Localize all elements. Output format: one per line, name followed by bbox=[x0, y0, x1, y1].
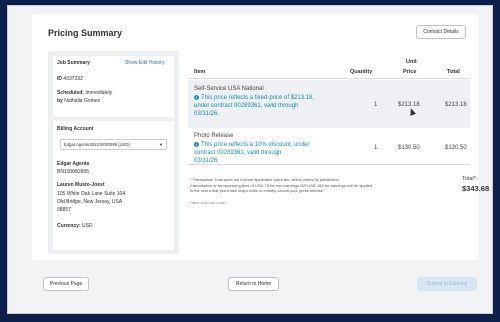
row-quantity: 1 bbox=[374, 102, 378, 108]
by-label: by bbox=[57, 98, 63, 104]
row-note-line1: This price reflects a fixed-price of $21… bbox=[201, 95, 315, 101]
currency-label: Currency: bbox=[57, 223, 81, 229]
show-edit-history-link[interactable]: Show Edit History bbox=[125, 60, 164, 67]
billing-currency: Currency: USD bbox=[57, 223, 93, 230]
info-icon: i bbox=[194, 94, 199, 100]
row-price-note: i This price reflects a fixed-price of $2… bbox=[194, 94, 314, 118]
mouse-cursor-icon bbox=[407, 107, 417, 116]
info-icon: i bbox=[194, 141, 199, 147]
billing-account-select[interactable]: Edgar Agents BN100083995 (USD) ▼ bbox=[60, 139, 167, 150]
previous-page-button[interactable]: Previous Page bbox=[43, 277, 89, 291]
table-row: Self-Service USA National i This price re… bbox=[188, 80, 470, 128]
row-unit-price: $213.18 bbox=[398, 102, 420, 108]
row-note-line2: contract 00289361, valid through bbox=[194, 150, 282, 156]
billing-company: Edgar Agents bbox=[57, 161, 90, 167]
left-column: Job Summary Show Edit History ID 4337232… bbox=[48, 51, 179, 254]
total-value: $343.68 bbox=[462, 184, 490, 193]
total-label: Total*: bbox=[462, 176, 478, 182]
job-summary-heading: Job Summary bbox=[57, 60, 91, 66]
row-total: $130.50 bbox=[445, 145, 467, 151]
scheduled-label: Scheduled: bbox=[57, 90, 84, 96]
job-id-value: 4337232 bbox=[63, 76, 83, 82]
pricing-summary-card: Pricing Summary Contract Details Job Sum… bbox=[32, 14, 489, 260]
row-item-name: Photo Release bbox=[194, 133, 234, 139]
row-note-line1: This price reflects a 10% discount, unde… bbox=[201, 142, 310, 148]
scheduled-value: Immediately bbox=[85, 90, 113, 96]
billing-contact-name: Lauren Musto-Joest bbox=[57, 182, 105, 188]
billing-address-line1: 105 White Oak Lane Suite 104 bbox=[57, 191, 126, 197]
job-id-label: ID bbox=[57, 76, 62, 82]
page-title: Pricing Summary bbox=[48, 28, 123, 38]
table-row: Photo Release i This price reflects a 10%… bbox=[188, 129, 470, 165]
row-total: $213.18 bbox=[445, 102, 467, 108]
return-home-button[interactable]: Return to Home bbox=[228, 277, 279, 291]
chevron-down-icon: ▼ bbox=[159, 142, 163, 147]
billing-account-heading: Billing Account bbox=[57, 126, 94, 132]
header-unit-price-line2: Price bbox=[403, 69, 417, 75]
job-summary-panel: Job Summary Show Edit History ID 4337232… bbox=[53, 56, 174, 117]
header-quantity: Quantity bbox=[350, 69, 373, 75]
scheduled-line: Scheduled: Immediately bbox=[57, 90, 112, 97]
billing-zip: 08857 bbox=[57, 207, 71, 213]
row-quantity: 1 bbox=[374, 145, 378, 151]
contract-details-button[interactable]: Contract Details bbox=[416, 25, 466, 39]
row-note-line2: under contract 00289361, valid through bbox=[194, 103, 299, 109]
row-note-line3: 03/31/26. bbox=[194, 158, 220, 164]
tax-footnote: * Transaction Total does not include app… bbox=[190, 177, 430, 194]
footnote-line: in the event that you make major edits o… bbox=[190, 188, 325, 193]
billing-account-number: BN100083995 bbox=[57, 169, 89, 175]
app-screen: Pricing Summary Contract Details Job Sum… bbox=[7, 5, 493, 314]
header-item: Item bbox=[194, 69, 206, 75]
by-value: Nathalia Gomez bbox=[64, 98, 101, 104]
billing-account-panel: Billing Account Edgar Agents BN100083995… bbox=[53, 121, 174, 250]
promo-code-link[interactable]: Have a promo code? bbox=[190, 200, 227, 205]
scheduled-by-line: by Nathalia Gomez bbox=[57, 98, 100, 105]
row-item-name: Self-Service USA National bbox=[194, 86, 264, 92]
submit-to-editorial-button[interactable]: Submit to Editorial bbox=[417, 277, 477, 291]
billing-address-line2: Old Bridge, New Jersey, USA bbox=[57, 199, 123, 205]
table-header: Item Quantity Unit Price Total bbox=[188, 51, 470, 79]
row-note-line3: 03/31/26. bbox=[194, 111, 220, 117]
header-total: Total bbox=[447, 69, 460, 75]
row-price-note: i This price reflects a 10% discount, und… bbox=[194, 141, 309, 165]
job-id: ID 4337232 bbox=[57, 76, 83, 83]
header-unit-price-line1: Unit bbox=[406, 59, 417, 65]
currency-value: USD bbox=[82, 223, 93, 229]
row-unit-price: $130.50 bbox=[398, 145, 420, 151]
billing-account-selected: Edgar Agents BN100083995 (USD) bbox=[64, 142, 130, 147]
